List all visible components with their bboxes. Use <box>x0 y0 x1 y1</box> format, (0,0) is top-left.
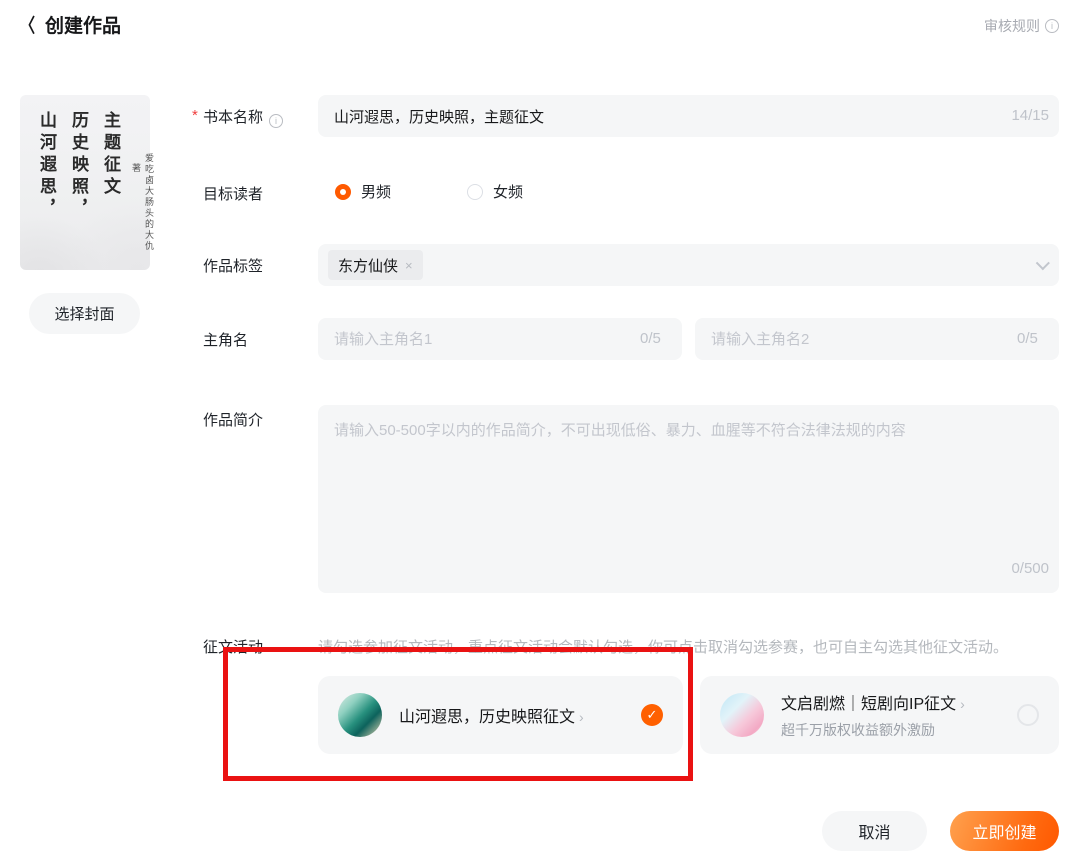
contest-label: 征文活动 <box>203 636 263 657</box>
cancel-button[interactable]: 取消 <box>822 811 927 851</box>
radio-option-label: 女频 <box>493 181 523 202</box>
protagonist2-input[interactable] <box>695 318 1059 360</box>
chevron-right-icon: › <box>579 709 584 725</box>
protagonist1-counter: 0/5 <box>640 330 661 347</box>
intro-label: 作品简介 <box>203 409 263 430</box>
page-title-row: 〈 创建作品 <box>18 11 121 38</box>
book-name-input[interactable] <box>318 95 1059 137</box>
radio-option-male[interactable]: 男频 <box>335 181 391 202</box>
create-now-button[interactable]: 立即创建 <box>950 811 1059 851</box>
radio-selected-icon <box>335 184 351 200</box>
radio-unselected-icon <box>467 184 483 200</box>
cover-title-line: 历史映照， <box>66 111 91 260</box>
review-rules-label: 审核规则 <box>984 16 1040 36</box>
cover-author: 爱吃卤大肠头的大仇著 <box>130 153 156 260</box>
protagonist1-input[interactable] <box>318 318 682 360</box>
contest-avatar-mountain <box>338 693 382 737</box>
contest-card-unselected[interactable]: 文启剧燃｜短剧向IP征文› 超千万版权收益额外激励 <box>700 676 1059 754</box>
book-name-counter: 14/15 <box>1011 107 1049 124</box>
contest-card-title: 文启剧燃｜短剧向IP征文› <box>781 690 965 714</box>
review-rules-link[interactable]: 审核规则 i <box>984 16 1059 36</box>
page-title: 创建作品 <box>45 11 121 38</box>
target-reader-label: 目标读者 <box>203 183 263 204</box>
contest-hint-text: 请勾选参加征文活动，重点征文活动会默认勾选，你可点击取消勾选参赛，也可自主勾选其… <box>318 636 1059 657</box>
intro-textarea[interactable] <box>318 405 1059 593</box>
tags-select-field[interactable] <box>318 244 1059 286</box>
checked-icon[interactable]: ✓ <box>641 704 663 726</box>
book-name-info-icon[interactable]: i <box>269 114 283 128</box>
required-asterisk: * <box>192 107 198 124</box>
book-cover-preview[interactable]: 山河遐思， 历史映照， 主题征文 爱吃卤大肠头的大仇著 <box>20 95 150 270</box>
create-work-page: 〈 创建作品 审核规则 i 山河遐思， 历史映照， 主题征文 爱吃卤大肠头的大仇… <box>0 0 1075 853</box>
protagonist-label: 主角名 <box>203 329 248 350</box>
tags-label: 作品标签 <box>203 255 263 276</box>
tag-chip[interactable]: 东方仙侠 × <box>328 250 423 280</box>
book-name-label: 书本名称i <box>203 106 283 128</box>
protagonist2-counter: 0/5 <box>1017 330 1038 347</box>
chevron-right-icon: › <box>960 696 965 712</box>
unchecked-circle[interactable] <box>1017 704 1039 726</box>
cover-title-line: 山河遐思， <box>34 111 59 260</box>
target-reader-radio-group: 男频 女频 <box>335 181 585 202</box>
radio-option-female[interactable]: 女频 <box>467 181 523 202</box>
tag-chip-label: 东方仙侠 <box>338 255 398 276</box>
contest-card-selected[interactable]: 山河遐思，历史映照征文› ✓ <box>318 676 683 754</box>
choose-cover-button[interactable]: 选择封面 <box>29 293 140 334</box>
contest-card-title: 山河遐思，历史映照征文› <box>399 703 584 727</box>
info-icon: i <box>1045 19 1059 33</box>
back-icon[interactable]: 〈 <box>20 11 35 38</box>
contest-avatar-pastel <box>720 693 764 737</box>
cover-title-line: 主题征文 <box>98 111 123 260</box>
radio-option-label: 男频 <box>361 181 391 202</box>
intro-counter: 0/500 <box>1011 560 1049 577</box>
tag-remove-icon[interactable]: × <box>405 258 413 273</box>
contest-card-subtitle: 超千万版权收益额外激励 <box>781 720 965 740</box>
